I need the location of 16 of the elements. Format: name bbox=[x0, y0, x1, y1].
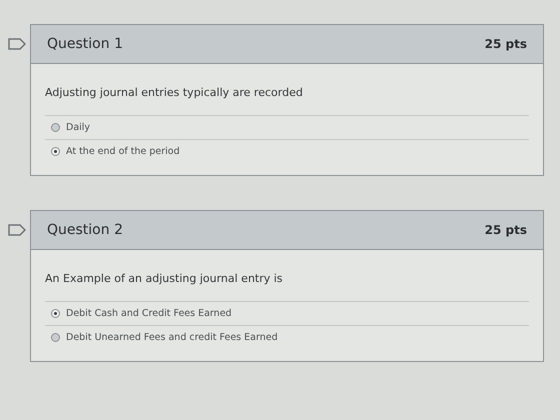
question-title: Question 2 bbox=[47, 222, 123, 238]
points-label: 25 pts bbox=[484, 223, 527, 237]
answer-label[interactable]: Debit Unearned Fees and credit Fees Earned bbox=[66, 332, 278, 343]
flag-icon[interactable] bbox=[8, 224, 26, 236]
answer-label[interactable]: Debit Cash and Credit Fees Earned bbox=[66, 308, 232, 319]
points-label: 25 pts bbox=[484, 37, 527, 51]
radio-button[interactable] bbox=[51, 333, 60, 342]
question-text: An Example of an adjusting journal entry is bbox=[45, 272, 284, 285]
radio-button[interactable] bbox=[51, 309, 60, 318]
question-title: Question 1 bbox=[47, 36, 123, 52]
answer-label[interactable]: At the end of the period bbox=[66, 146, 180, 157]
question-text: Adjusting journal entries typically are recorded bbox=[45, 86, 304, 99]
flag-icon[interactable] bbox=[8, 38, 26, 50]
answer-label[interactable]: Daily bbox=[66, 122, 90, 133]
radio-button[interactable] bbox=[51, 123, 60, 132]
radio-button[interactable] bbox=[51, 147, 60, 156]
